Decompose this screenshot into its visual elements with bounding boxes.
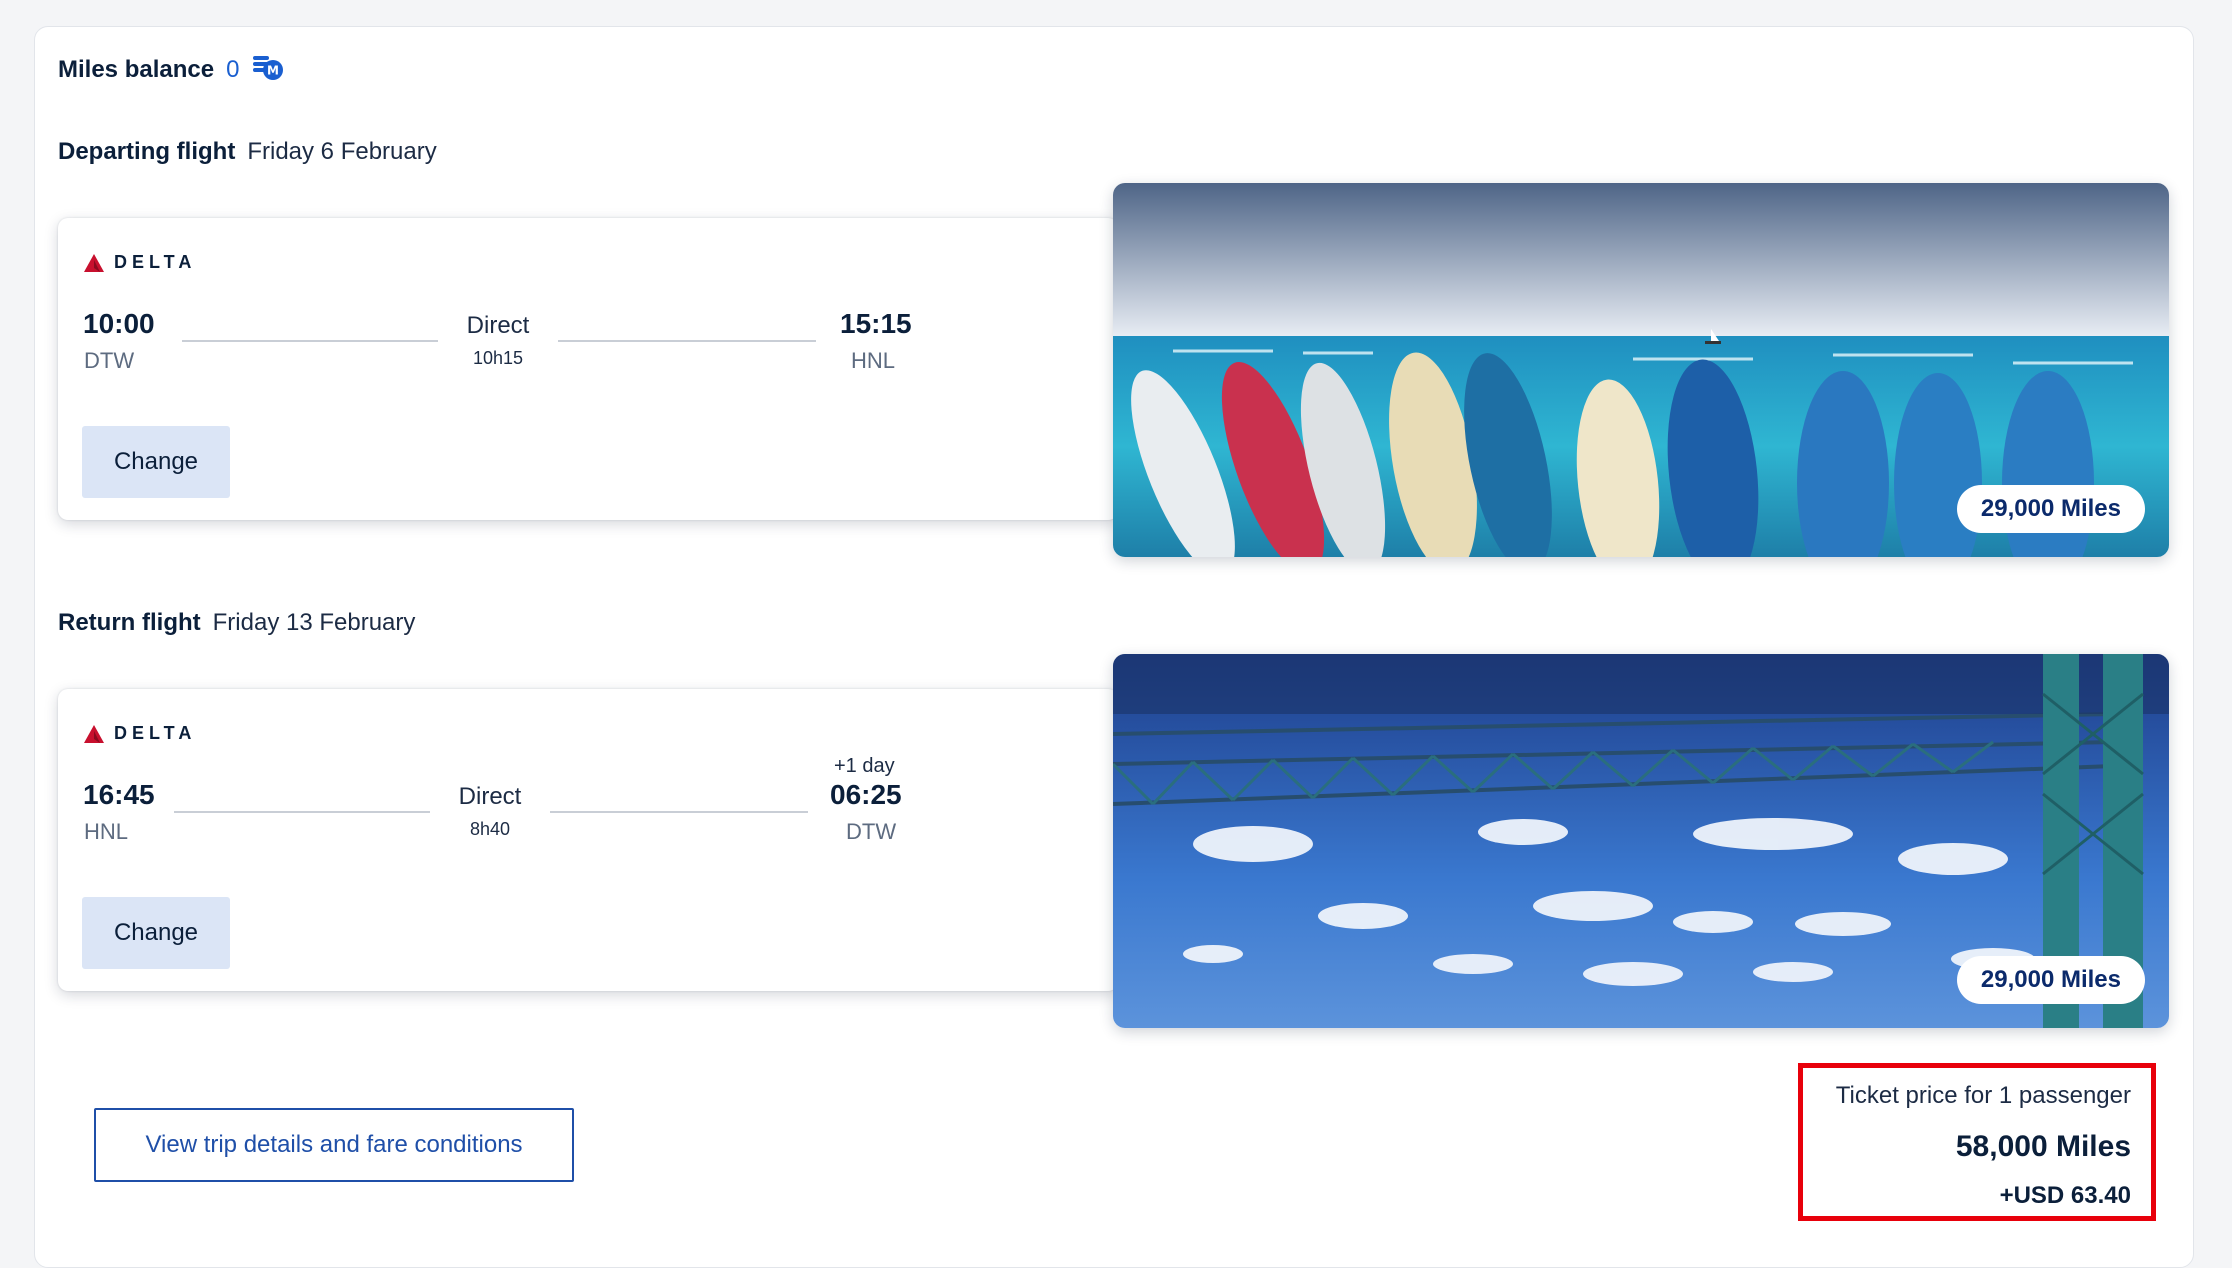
route-line xyxy=(558,340,816,342)
ticket-price-summary: Ticket price for 1 passenger 58,000 Mile… xyxy=(1798,1063,2156,1221)
arrival-airport: DTW xyxy=(846,819,897,844)
change-departing-flight-button[interactable]: Change xyxy=(82,426,230,498)
departure-time: 16:45 xyxy=(83,779,155,810)
ticket-price-usd: +USD 63.40 xyxy=(1999,1182,2131,1209)
arrival-time: 06:25 xyxy=(830,779,902,810)
departure-airport: DTW xyxy=(84,348,135,373)
arrival-airport: HNL xyxy=(851,348,896,373)
airline-logo: DELTA xyxy=(84,723,196,744)
route-line xyxy=(174,811,430,813)
return-flight-heading: Return flight Friday 13 February xyxy=(58,609,415,637)
arrival-time: 15:15 xyxy=(840,308,912,339)
airline-name: DELTA xyxy=(114,723,197,743)
departing-flight-title: Departing flight xyxy=(58,138,236,165)
ticket-price-miles: 58,000 Miles xyxy=(1955,1130,2131,1163)
flight-duration: 8h40 xyxy=(469,819,511,839)
departing-miles-badge: 29,000 Miles xyxy=(1956,485,2145,533)
departing-flight-heading: Departing flight Friday 6 February xyxy=(58,138,437,166)
return-miles-badge: 29,000 Miles xyxy=(1956,956,2145,1004)
return-flight-date: Friday 13 February xyxy=(212,609,416,636)
departing-flight-date: Friday 6 February xyxy=(247,138,437,165)
svg-text:M: M xyxy=(267,64,279,78)
departing-flight-card: DELTA 10:00 DTW Direct 10h15 15:15 HNL C… xyxy=(58,218,1118,520)
departure-airport: HNL xyxy=(84,819,129,844)
miles-balance-value: 0 xyxy=(226,55,240,83)
miles-balance: Miles balance 0 M xyxy=(58,52,285,87)
airline-name: DELTA xyxy=(114,252,197,272)
view-trip-details-button[interactable]: View trip details and fare conditions xyxy=(94,1108,574,1182)
delta-logo-icon xyxy=(84,253,104,272)
return-flight-title: Return flight xyxy=(58,609,201,636)
miles-coins-icon: M xyxy=(251,52,285,87)
return-flight-card: DELTA 16:45 HNL Direct 8h40 +1 day 06:25… xyxy=(58,689,1118,991)
miles-balance-label: Miles balance xyxy=(58,55,215,83)
surfboards-beach-photo: 29,000 Miles xyxy=(1113,183,2169,557)
airline-logo: DELTA xyxy=(84,252,196,273)
flight-stops: Direct xyxy=(466,312,530,339)
route-line xyxy=(550,811,808,813)
delta-logo-icon xyxy=(84,724,104,743)
ticket-price-label: Ticket price for 1 passenger xyxy=(1835,1082,2131,1109)
bridge-sky-photo: 29,000 Miles xyxy=(1113,654,2169,1028)
arrival-day-offset: +1 day xyxy=(834,755,895,777)
route-line xyxy=(182,340,438,342)
departure-time: 10:00 xyxy=(83,308,155,339)
flight-duration: 10h15 xyxy=(472,348,524,368)
change-return-flight-button[interactable]: Change xyxy=(82,897,230,969)
flight-stops: Direct xyxy=(458,783,522,810)
